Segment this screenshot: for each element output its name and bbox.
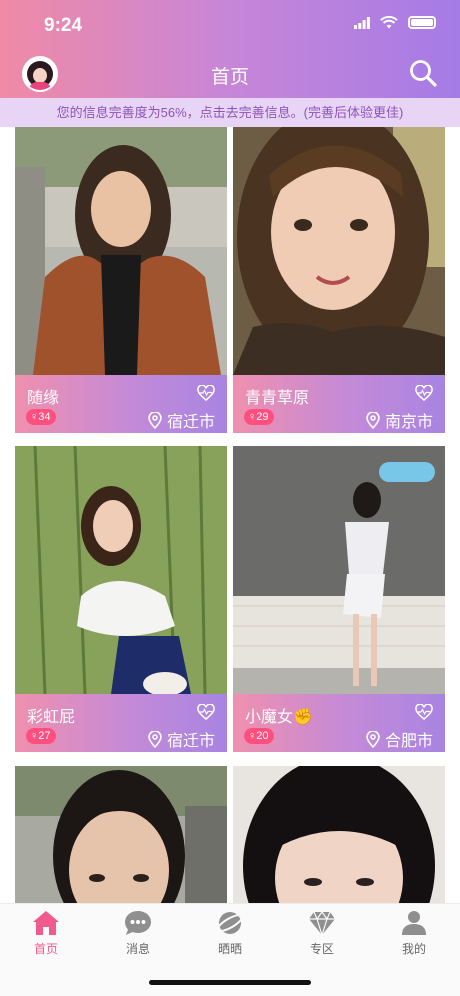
tab-label: 我的: [401, 942, 426, 956]
status-bar: 9:24: [0, 0, 460, 48]
tab-messages[interactable]: 消息: [108, 910, 168, 957]
age-badge: ♀34: [26, 409, 56, 425]
search-icon[interactable]: [408, 58, 438, 88]
chat-icon: [125, 911, 151, 935]
home-icon: [33, 911, 59, 935]
profile-name: 青青草原: [245, 390, 310, 407]
age-badge: ♀20: [244, 728, 274, 744]
profile-completion-banner[interactable]: 您的信息完善度为56%，点击去完善信息。(完善后体验更佳): [0, 98, 460, 127]
profile-photo: [233, 127, 445, 375]
status-icons: [354, 16, 436, 29]
home-indicator: [149, 980, 311, 985]
age-badge: ♀27: [26, 728, 56, 744]
heart-rate-icon[interactable]: [197, 704, 215, 720]
profile-photo: [15, 446, 227, 694]
profile-photo: [15, 766, 227, 903]
tab-label: 晒晒: [217, 942, 242, 956]
header: 9:24 首页: [0, 0, 460, 98]
profile-photo: [233, 766, 445, 903]
tab-home[interactable]: 首页: [16, 910, 76, 957]
location-pin-icon: [148, 411, 162, 429]
profile-card[interactable]: 青青草原 ♀29 南京市: [233, 127, 445, 433]
battery-icon: [408, 16, 436, 29]
profile-grid: 随缘 ♀34 宿迁市 青青草原 ♀29 南京市 彩虹屁 ♀27 宿迁市 小魔女✊…: [0, 127, 460, 903]
person-icon: [402, 911, 426, 935]
profile-name: 小魔女✊: [245, 709, 313, 726]
location-pin-icon: [148, 730, 162, 748]
profile-name: 随缘: [27, 390, 60, 407]
profile-info: 随缘 ♀34 宿迁市: [15, 375, 227, 433]
profile-photo: [233, 446, 445, 694]
signal-icon: [354, 16, 370, 29]
tab-zone[interactable]: 专区: [292, 910, 352, 957]
heart-rate-icon[interactable]: [197, 385, 215, 401]
nav-bar: 首页: [0, 54, 460, 94]
profile-card[interactable]: 随缘 ♀34 宿迁市: [15, 127, 227, 433]
location-pin-icon: [366, 411, 380, 429]
status-time: 9:24: [44, 15, 83, 36]
tab-label: 首页: [33, 942, 58, 956]
location: 宿迁市: [148, 727, 215, 751]
location-pin-icon: [366, 730, 380, 748]
profile-card[interactable]: 彩虹屁 ♀27 宿迁市: [15, 446, 227, 752]
tab-label: 专区: [309, 942, 334, 956]
tab-moments[interactable]: 晒晒: [200, 910, 260, 957]
diamond-icon: [309, 910, 335, 936]
profile-info: 彩虹屁 ♀27 宿迁市: [15, 694, 227, 752]
profile-info: 小魔女✊ ♀20 合肥市: [233, 694, 445, 752]
location: 南京市: [366, 408, 433, 432]
profile-card[interactable]: 小魔女✊ ♀20 合肥市: [233, 446, 445, 752]
profile-card[interactable]: [15, 766, 227, 903]
heart-rate-icon[interactable]: [415, 385, 433, 401]
wifi-icon: [380, 16, 398, 29]
heart-rate-icon[interactable]: [415, 704, 433, 720]
tab-profile[interactable]: 我的: [384, 910, 444, 957]
location: 合肥市: [366, 727, 433, 751]
page-title: 首页: [210, 67, 249, 88]
profile-card[interactable]: [233, 766, 445, 903]
tab-label: 消息: [125, 942, 150, 956]
age-badge: ♀29: [244, 409, 274, 425]
planet-icon: [216, 912, 244, 934]
profile-info: 青青草原 ♀29 南京市: [233, 375, 445, 433]
location: 宿迁市: [148, 408, 215, 432]
profile-photo: [15, 127, 227, 375]
profile-name: 彩虹屁: [27, 709, 76, 726]
